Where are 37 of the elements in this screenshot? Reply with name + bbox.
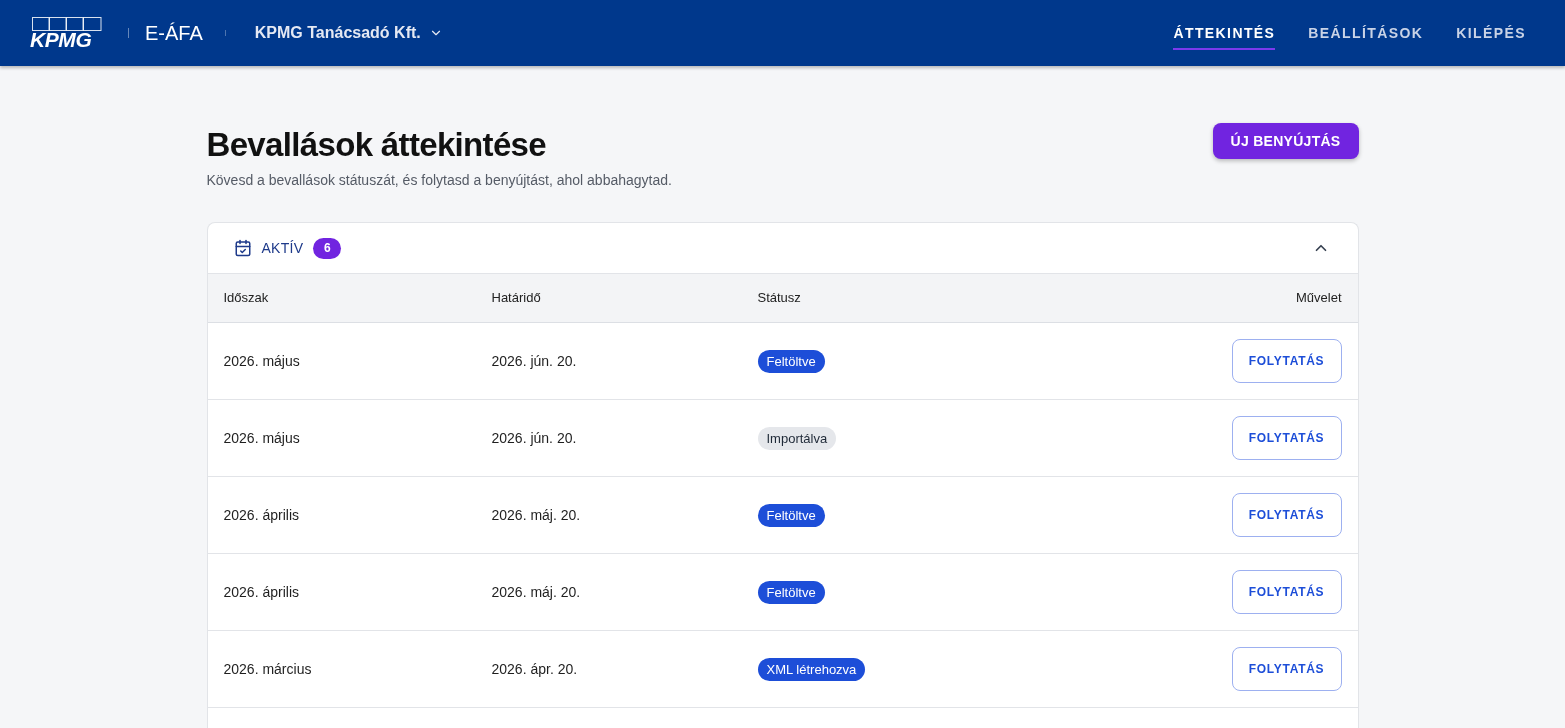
app-name: E-ÁFA bbox=[145, 21, 203, 46]
deadline-cell-text: 2026. jún. 20. bbox=[491, 351, 578, 371]
logo-squares-icon bbox=[32, 17, 102, 31]
continue-button[interactable]: FOLYTATÁS bbox=[1231, 339, 1342, 383]
deadline-cell-text: 2026. máj. 20. bbox=[491, 582, 582, 602]
calendar-check-icon bbox=[233, 239, 252, 257]
column-header: Művelet bbox=[1295, 289, 1342, 308]
period-cell-text: 2026. május bbox=[223, 351, 301, 371]
period-cell-text: 2026. március bbox=[223, 659, 313, 679]
status-tag: Feltöltve bbox=[757, 504, 825, 528]
continue-button[interactable]: FOLYTATÁS bbox=[1231, 416, 1342, 460]
deadline-cell-text: 2026. ápr. 20. bbox=[491, 659, 579, 679]
nav-link[interactable]: ÁTTEKINTÉS bbox=[1173, 16, 1276, 50]
period-cell-text: 2026. május bbox=[223, 428, 301, 448]
new-submission-button[interactable]: ÚJ BENYÚJTÁS bbox=[1212, 123, 1359, 159]
status-tag: Feltöltve bbox=[757, 350, 825, 374]
company-dropdown[interactable]: KPMG Tanácsadó Kft. bbox=[254, 21, 443, 45]
column-header: Időszak bbox=[223, 289, 270, 308]
nav-link[interactable]: BEÁLLÍTÁSOK bbox=[1308, 16, 1424, 50]
logo-text: KPMG bbox=[30, 31, 92, 49]
continue-button[interactable]: FOLYTATÁS bbox=[1231, 493, 1342, 537]
status-tag: Feltöltve bbox=[757, 581, 825, 605]
period-cell-text: 2026. április bbox=[223, 582, 300, 602]
section-label: AKTÍV bbox=[261, 238, 304, 258]
page-subtitle: Kövesd a bevallások státuszát, és folytasd a benyújtást, ahol abbahagytad. bbox=[206, 171, 672, 190]
period-cell-text: 2026. április bbox=[223, 505, 300, 525]
continue-button[interactable]: FOLYTATÁS bbox=[1231, 647, 1342, 691]
page-title: Bevallások áttekintése bbox=[206, 125, 547, 165]
column-header: Határidő bbox=[491, 289, 542, 308]
continue-button[interactable]: FOLYTATÁS bbox=[1231, 570, 1342, 614]
deadline-cell-text: 2026. jún. 20. bbox=[491, 428, 578, 448]
deadline-cell-text: 2026. máj. 20. bbox=[491, 505, 582, 525]
count-badge: 6 bbox=[313, 237, 342, 259]
nav-link[interactable]: KILÉPÉS bbox=[1456, 16, 1526, 50]
status-tag: Importálva bbox=[757, 427, 837, 451]
status-tag: XML létrehozva bbox=[757, 658, 866, 682]
column-header: Státusz bbox=[757, 289, 802, 308]
